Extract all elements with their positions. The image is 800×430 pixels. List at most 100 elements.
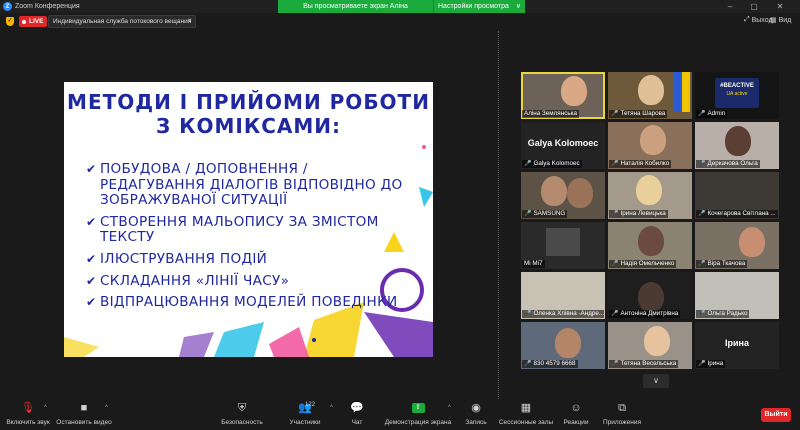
- participant-tile[interactable]: 🎤 SAMSUNG: [521, 172, 605, 219]
- participant-name: 🎤 Admin: [696, 110, 728, 118]
- stream-service-select[interactable]: Индивидуальная служба потокового вещания…: [48, 15, 196, 28]
- app-title: Zoom Конференция: [15, 3, 80, 10]
- exit-fullscreen-icon: ⤢: [744, 16, 750, 23]
- participant-video: [644, 326, 670, 356]
- participant-tile[interactable]: 🎤 Тетяна Весельська: [608, 322, 692, 369]
- zoom-logo-icon: Z: [3, 2, 12, 11]
- polygon-shape: [214, 322, 264, 357]
- slide-bullet-list: ✔ ПОБУДОВА / ДОПОВНЕННЯ / РЕДАГУВАННЯ ДІА…: [86, 161, 416, 317]
- record-icon: ◉: [471, 402, 481, 414]
- triangle-shape: [419, 187, 433, 207]
- apps-button[interactable]: ⧉ Приложения: [600, 401, 644, 426]
- security-button[interactable]: ⛨ Безопасность: [221, 401, 263, 426]
- mic-muted-icon: 🎤: [698, 361, 706, 367]
- view-button[interactable]: ▦ Вид: [770, 16, 791, 25]
- security-shield-icon[interactable]: ✓: [6, 17, 14, 26]
- shield-icon: ⛨: [237, 402, 247, 414]
- participant-video: [725, 126, 751, 156]
- participant-name: 🎤 Наталія Кобилко: [609, 160, 672, 168]
- smiley-icon: ☺: [570, 402, 582, 414]
- participant-tile[interactable]: 🎤 Надія Омельченко: [608, 222, 692, 269]
- slide-bullet-text: ІЛЮСТРУВАННЯ ПОДІЙ: [100, 250, 268, 267]
- participant-tile[interactable]: 🎤 Ольга Радько: [695, 272, 779, 319]
- close-button[interactable]: ✕: [768, 0, 792, 13]
- share-screen-label: Демонстрация экрана: [384, 419, 452, 426]
- participant-tile[interactable]: #BEACTIVE UA active 🎤 Admin: [695, 72, 779, 119]
- participant-video: [739, 227, 765, 257]
- caret-up-icon[interactable]: ^: [105, 405, 108, 411]
- share-screen-button[interactable]: ⇧ Демонстрация экрана: [383, 401, 453, 426]
- participant-tile[interactable]: 🎤 Оленка Хлівна -Андре...: [521, 272, 605, 319]
- logo-text: UA active: [726, 91, 748, 97]
- exit-fullscreen-button[interactable]: ⤢ Выход: [744, 16, 773, 24]
- participants-count: 122: [305, 402, 316, 408]
- minimize-button[interactable]: –: [718, 0, 742, 13]
- gallery-next-page-button[interactable]: ∨: [643, 374, 669, 388]
- participant-tile[interactable]: 🎤 Кочегарова Світлана ...: [695, 172, 779, 219]
- slide-title: МЕТОДИ І ПРИЙОМИ РОБОТИ З КОМІКСАМИ:: [64, 90, 433, 138]
- share-banner: Вы просматриваете экран Аліна Землянська…: [278, 0, 525, 23]
- slide-bullet-text: СКЛАДАННЯ «ЛІНІЇ ЧАСУ»: [100, 272, 290, 289]
- participant-tile[interactable]: 🎤 Ірина Левицька: [608, 172, 692, 219]
- caret-up-icon[interactable]: ^: [448, 405, 451, 411]
- reactions-button[interactable]: ☺ Реакции: [562, 401, 590, 426]
- participant-name: 🎤 Надія Омельченко: [609, 260, 677, 268]
- participant-tile[interactable]: Galya Kolomoec 🎤 Galya Kolomoec: [521, 122, 605, 169]
- participant-name: 🎤 Ірина Левицька: [609, 210, 668, 218]
- view-options-button[interactable]: Настройки просмотра ∨: [433, 0, 525, 13]
- participant-name: 🎤 Galya Kolomoec: [522, 160, 582, 168]
- panel-splitter[interactable]: [497, 31, 501, 399]
- stop-video-button[interactable]: ■ Остановить видео: [56, 401, 112, 426]
- mic-muted-icon: 🎤: [524, 311, 532, 317]
- participant-tile[interactable]: 🎤 Тетяна Шарова: [608, 72, 692, 119]
- participant-tile[interactable]: 🎤 Наталія Кобилко: [608, 122, 692, 169]
- breakout-rooms-icon: ▦: [520, 402, 532, 414]
- check-icon: ✔: [86, 162, 97, 176]
- participant-tile[interactable]: 🎤 Антоніна Дмитрівна: [608, 272, 692, 319]
- flag-shape: [674, 72, 682, 112]
- slide-bullet: ✔ ІЛЮСТРУВАННЯ ПОДІЙ: [86, 250, 416, 268]
- participant-video: [636, 175, 662, 205]
- participants-button[interactable]: 👥 122 Участники: [283, 401, 327, 426]
- security-label: Безопасность: [221, 419, 263, 426]
- caret-up-icon[interactable]: ^: [330, 405, 333, 411]
- participant-tile[interactable]: 🎤 Деркачова Ольга: [695, 122, 779, 169]
- mic-muted-icon: 🎤: [611, 161, 619, 167]
- slide-bullet-text: СТВОРЕННЯ МАЛЬОПИСУ ЗА ЗМІСТОМ ТЕКСТУ: [100, 213, 379, 246]
- participant-video: [640, 125, 666, 155]
- participant-display-name: Ірина: [725, 338, 749, 348]
- maximize-button[interactable]: ▢: [742, 0, 766, 13]
- video-camera-icon: ■: [80, 402, 88, 414]
- dot-shape: [312, 338, 316, 342]
- chevron-down-icon: ∨: [187, 18, 192, 24]
- participant-tile[interactable]: Mi Mi7: [521, 222, 605, 269]
- participant-name: 🎤 Оленка Хлівна -Андре...: [522, 310, 604, 318]
- participant-video: [567, 178, 593, 208]
- slide-bullet: ✔ ВІДПРАЦЮВАННЯ МОДЕЛЕЙ ПОВЕДІНКИ: [86, 294, 416, 311]
- polygon-shape: [364, 312, 433, 357]
- participant-tile[interactable]: Аліна Землянська: [521, 72, 605, 119]
- leave-button[interactable]: Выйти: [761, 408, 791, 422]
- participant-name: 🎤 830 4579 6668: [522, 360, 578, 368]
- stream-service-label: Индивидуальная служба потокового вещания: [53, 18, 192, 25]
- chat-button[interactable]: 💬 Чат: [345, 401, 369, 426]
- record-button[interactable]: ◉ Запись: [462, 401, 490, 426]
- share-banner-text: Вы просматриваете экран Аліна Землянська: [278, 0, 433, 23]
- slide-bullet: ✔ СКЛАДАННЯ «ЛІНІЇ ЧАСУ»: [86, 272, 416, 290]
- participant-tile[interactable]: Ірина 🎤 Ірина: [695, 322, 779, 369]
- participant-tile[interactable]: 🎤 Віра Ткачова: [695, 222, 779, 269]
- participant-name: 🎤 Тетяна Весельська: [609, 360, 679, 368]
- flag-shape: [682, 72, 690, 112]
- stop-video-label: Остановить видео: [56, 419, 112, 426]
- participant-video: [541, 176, 567, 206]
- breakout-rooms-label: Сессионные залы: [498, 419, 554, 426]
- participant-tile[interactable]: 🎤 830 4579 6668: [521, 322, 605, 369]
- top-controls: ✓ LIVE Индивидуальная служба потокового …: [0, 13, 800, 31]
- live-badge[interactable]: LIVE: [19, 16, 48, 27]
- breakout-rooms-button[interactable]: ▦ Сессионные залы: [498, 401, 554, 426]
- caret-up-icon[interactable]: ^: [44, 405, 47, 411]
- mic-muted-icon: 🎤: [698, 261, 706, 267]
- mic-muted-icon: 🎤: [611, 261, 619, 267]
- grid-view-icon: ▦: [770, 17, 777, 24]
- chat-label: Чат: [351, 419, 363, 426]
